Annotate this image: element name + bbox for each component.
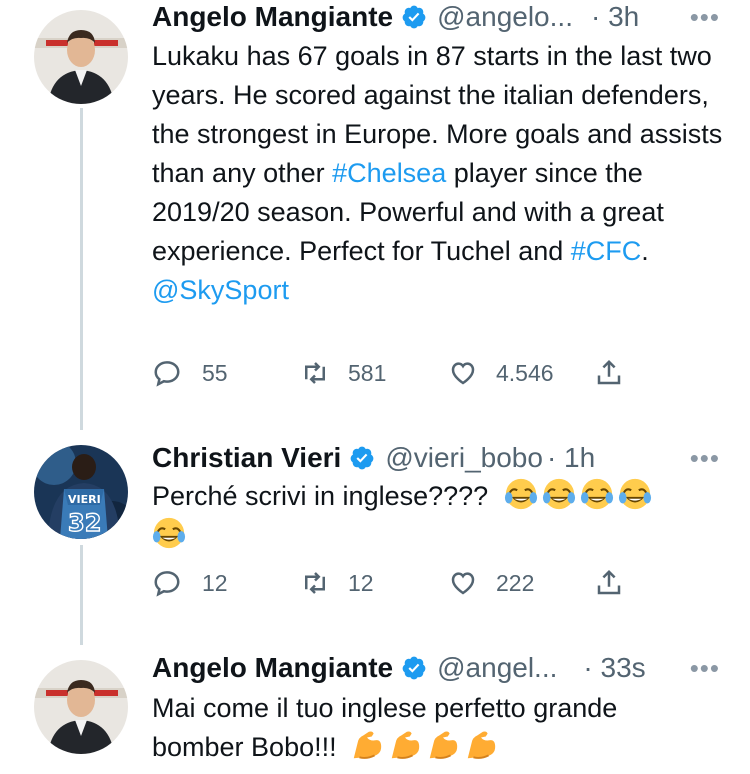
avatar-photo <box>34 10 128 104</box>
mention-skysport[interactable]: @SkySport <box>152 275 289 305</box>
avatar-photo: VIERI 32 <box>34 445 128 539</box>
verified-badge-icon <box>349 445 375 471</box>
reply-button[interactable]: 12 <box>152 568 228 598</box>
share-button[interactable] <box>594 568 624 598</box>
tweet-time[interactable]: · 33s <box>583 651 645 685</box>
retweet-count: 12 <box>348 569 374 596</box>
tweet-time[interactable]: · 3h <box>591 0 639 34</box>
svg-text:VIERI: VIERI <box>68 493 101 506</box>
avatar-christian-vieri[interactable]: VIERI 32 <box>34 445 128 539</box>
retweet-count: 581 <box>348 359 387 386</box>
reply-icon <box>152 358 182 388</box>
avatar-angelo-mangiante[interactable] <box>34 10 128 104</box>
heart-icon <box>448 358 478 388</box>
tweet-text-line: Mai come il tuo inglese perfetto grande <box>152 693 618 723</box>
more-options-icon[interactable]: ••• <box>690 653 720 684</box>
verified-badge-icon <box>401 4 427 30</box>
like-count: 4.546 <box>496 359 554 386</box>
reply-icon <box>152 568 182 598</box>
face-with-tears-of-joy-emoji <box>542 477 576 511</box>
hashtag-chelsea[interactable]: #Chelsea <box>332 158 446 188</box>
retweet-icon <box>300 568 330 598</box>
more-options-icon[interactable]: ••• <box>690 443 720 474</box>
reply-button[interactable]: 55 <box>152 358 228 388</box>
author-name[interactable]: Angelo Mangiante <box>152 0 393 34</box>
tweet-header: Christian Vieri @vieri_bobo · 1h <box>152 441 595 475</box>
tweet-actions: 12 12 222 <box>152 568 632 608</box>
thread-line-1 <box>80 108 83 430</box>
tweet-text-body: Perché scrivi in inglese???? <box>152 481 489 511</box>
face-with-tears-of-joy-emoji <box>618 477 652 511</box>
thread-line-2 <box>80 545 83 645</box>
more-options-icon[interactable]: ••• <box>690 2 720 33</box>
face-with-tears-of-joy-emoji <box>580 477 614 511</box>
flexed-biceps-emoji <box>350 728 384 762</box>
tweet-header: Angelo Mangiante @angel... · 33s <box>152 651 646 685</box>
face-with-tears-of-joy-emoji <box>504 477 538 511</box>
tweet-text: Lukaku has 67 goals in 87 starts in the … <box>152 37 727 310</box>
like-count: 222 <box>496 569 535 596</box>
flexed-biceps-emoji <box>464 728 498 762</box>
face-with-tears-of-joy-emoji <box>152 516 186 550</box>
tweet-text: Mai come il tuo inglese perfetto grande … <box>152 689 727 767</box>
svg-text:32: 32 <box>68 509 101 537</box>
reply-count: 12 <box>202 569 228 596</box>
share-button[interactable] <box>594 358 624 388</box>
retweet-button[interactable]: 12 <box>300 568 374 598</box>
share-icon <box>594 568 624 598</box>
author-name[interactable]: Christian Vieri <box>152 441 341 475</box>
tweet-actions: 55 581 4.546 <box>152 358 632 398</box>
flexed-biceps-emoji <box>388 728 422 762</box>
author-handle[interactable]: @angelo... <box>437 0 573 34</box>
like-button[interactable]: 222 <box>448 568 534 598</box>
tweet-text: Perché scrivi in inglese???? <box>152 477 727 555</box>
share-icon <box>594 358 624 388</box>
tweet-text-part: . <box>641 236 649 266</box>
avatar-photo <box>34 660 128 754</box>
retweet-icon <box>300 358 330 388</box>
avatar-angelo-mangiante[interactable] <box>34 660 128 754</box>
like-button[interactable]: 4.546 <box>448 358 554 388</box>
tweet-time[interactable]: · 1h <box>547 441 595 475</box>
verified-badge-icon <box>401 655 427 681</box>
tweet-text-line: bomber Bobo!!! <box>152 732 337 762</box>
reply-count: 55 <box>202 359 228 386</box>
retweet-button[interactable]: 581 <box>300 358 386 388</box>
flexed-biceps-emoji <box>426 728 460 762</box>
author-name[interactable]: Angelo Mangiante <box>152 651 393 685</box>
author-handle[interactable]: @angel... <box>437 651 557 685</box>
author-handle[interactable]: @vieri_bobo <box>385 441 543 475</box>
heart-icon <box>448 568 478 598</box>
tweet-header: Angelo Mangiante @angelo... · 3h <box>152 0 639 34</box>
hashtag-cfc[interactable]: #CFC <box>571 236 642 266</box>
